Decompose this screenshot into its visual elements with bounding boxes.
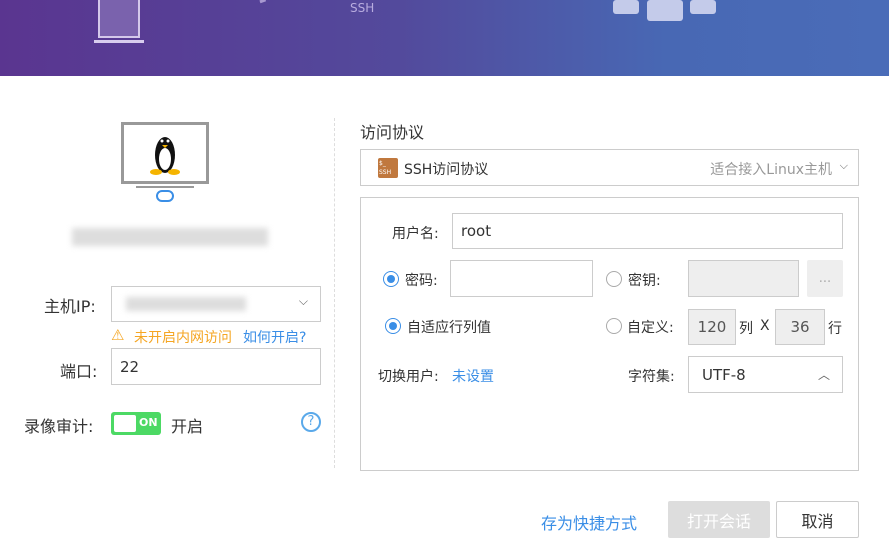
- switch-user-link[interactable]: 未设置: [452, 366, 494, 386]
- times-label: X: [760, 318, 770, 334]
- computer-illustration: [98, 0, 140, 38]
- header-banner: SSH: [0, 0, 889, 76]
- port-input[interactable]: 22: [111, 348, 321, 385]
- custom-radio[interactable]: [606, 318, 622, 334]
- port-label: 端口:: [60, 362, 98, 381]
- adaptive-radio[interactable]: [385, 318, 401, 334]
- record-audit-label: 录像审计:: [24, 417, 94, 436]
- record-toggle[interactable]: ON: [111, 412, 161, 435]
- protocol-selected: SSH访问协议: [404, 162, 489, 178]
- help-icon[interactable]: ?: [301, 412, 321, 432]
- adaptive-label: 自适应行列值: [407, 320, 491, 336]
- rows-input: 36: [775, 309, 825, 345]
- server-icon: [613, 0, 639, 14]
- username-label: 用户名:: [392, 226, 439, 242]
- cols-input: 120: [688, 309, 736, 345]
- browse-key-button[interactable]: ...: [807, 260, 843, 297]
- connection-line: [259, 0, 340, 15]
- open-session-button[interactable]: 打开会话: [668, 501, 770, 538]
- cancel-button[interactable]: 取消: [776, 501, 859, 538]
- chevron-down-icon: ⌵: [298, 294, 308, 308]
- password-radio[interactable]: [383, 271, 399, 287]
- ssh-icon-bottom: SSH: [379, 169, 392, 176]
- monitor-stand: [136, 186, 194, 188]
- ssh-icon: $_ SSH: [378, 158, 398, 178]
- panel-divider: [334, 118, 335, 468]
- protocol-select[interactable]: $_ SSH SSH访问协议 适合接入Linux主机 ⌵: [360, 149, 859, 186]
- cloud-icon: [156, 190, 174, 202]
- key-label: 密钥:: [628, 273, 661, 289]
- charset-value: UTF-8: [702, 365, 746, 384]
- switch-user-label: 切换用户:: [378, 369, 439, 385]
- password-label: 密码:: [405, 273, 438, 289]
- save-shortcut-link[interactable]: 存为快捷方式: [541, 510, 637, 534]
- record-state: 开启: [171, 417, 204, 436]
- ip-redacted: [126, 297, 246, 311]
- charset-label: 字符集:: [628, 369, 675, 385]
- host-ip-select[interactable]: ⌵: [111, 286, 321, 322]
- toggle-text: ON: [139, 416, 158, 429]
- protocol-hint: 适合接入Linux主机: [710, 162, 832, 178]
- custom-label: 自定义:: [627, 320, 674, 336]
- charset-select[interactable]: UTF-8 ︿: [688, 356, 843, 393]
- linux-host-icon: [121, 122, 209, 184]
- cols-label: 列: [739, 321, 753, 337]
- server-icon: [690, 0, 716, 14]
- computer-base: [94, 40, 144, 43]
- warning-icon: ⚠: [111, 326, 125, 344]
- ssh-illustration-label: SSH: [350, 1, 375, 15]
- host-ip-label: 主机IP:: [44, 297, 96, 316]
- chevron-up-icon: ︿: [817, 368, 830, 382]
- toggle-knob: [114, 415, 136, 432]
- intranet-warning: 未开启内网访问: [134, 330, 232, 346]
- key-radio[interactable]: [606, 271, 622, 287]
- host-name-redacted: [72, 228, 268, 246]
- protocol-section-title: 访问协议: [360, 123, 425, 142]
- how-to-enable-link[interactable]: 如何开启?: [243, 327, 306, 347]
- server-icon: [647, 0, 683, 21]
- chevron-down-icon: ⌵: [839, 159, 848, 172]
- username-input[interactable]: root: [452, 213, 843, 249]
- ssh-icon-top: $_: [379, 160, 386, 167]
- password-input[interactable]: [450, 260, 593, 297]
- key-input: [688, 260, 799, 297]
- rows-label: 行: [828, 321, 842, 337]
